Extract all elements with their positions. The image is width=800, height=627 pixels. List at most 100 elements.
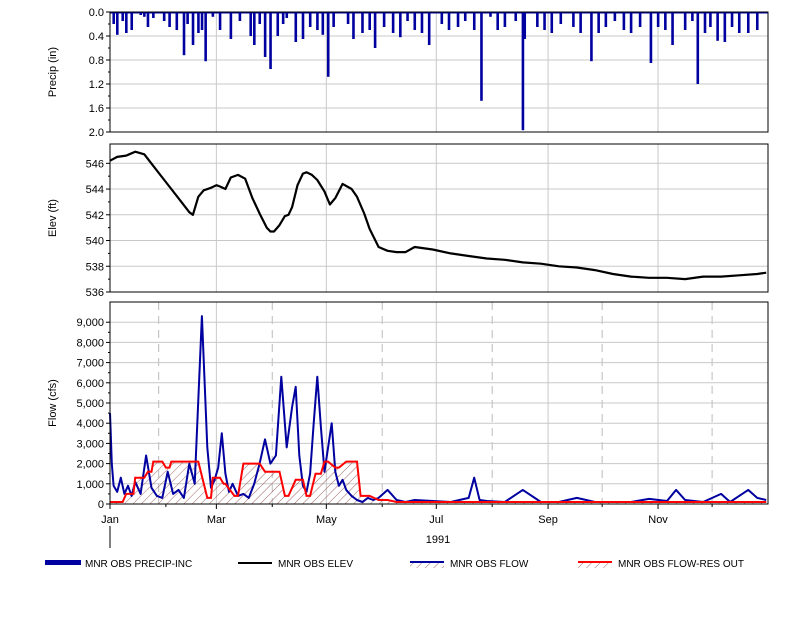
hydrograph-chart: 0.00.40.81.21.62.0Precip (in) 5365385405… <box>45 7 769 570</box>
precip-bar <box>191 12 195 45</box>
x-tick-label: May <box>316 514 337 526</box>
precip-bar <box>162 12 166 21</box>
precip-bar <box>514 12 518 21</box>
legend-label: MNR OBS FLOW <box>450 559 529 570</box>
precip-bar <box>200 12 204 30</box>
precip-bar <box>269 12 272 69</box>
plot-frame <box>109 11 769 133</box>
precip-bar <box>427 12 431 45</box>
precip-bar <box>472 12 476 30</box>
precip-bar <box>604 12 608 27</box>
x-tick-label: Sep <box>538 514 558 526</box>
x-tick-label: Mar <box>207 514 226 526</box>
precip-bar <box>229 12 233 39</box>
y-tick-label: 2,000 <box>76 459 104 471</box>
precip-bar <box>182 12 186 56</box>
precip-bar <box>503 12 507 27</box>
precip-bar <box>723 12 727 42</box>
flow-line <box>109 315 767 503</box>
y-tick-label: 538 <box>86 261 104 273</box>
precip-bar <box>130 12 134 30</box>
precip-bar <box>456 12 460 27</box>
precip-bar <box>496 12 499 30</box>
precip-bar <box>211 12 215 17</box>
precip-bar <box>590 12 593 62</box>
legend-label: MNR OBS PRECIP-INC <box>85 559 192 570</box>
precip-bar <box>559 12 563 24</box>
elevation-plot: 536 538 540 542 544 546 Elev (ft) <box>47 143 769 299</box>
precip-bar <box>116 12 119 35</box>
precip-bar <box>382 12 386 27</box>
y-tick-label: 0.0 <box>89 7 104 19</box>
y-tick-label: 0 <box>98 499 104 511</box>
y-tick-label: 1.2 <box>89 79 104 91</box>
plot-frame <box>109 143 769 293</box>
precip-bar <box>638 12 642 27</box>
precip-bar <box>258 12 262 24</box>
elevation-line <box>109 150 767 281</box>
y-tick-label: 0.8 <box>89 55 104 67</box>
precip-bar <box>321 12 325 35</box>
precip-bar <box>463 12 467 21</box>
precip-bar <box>143 12 146 17</box>
precip-bar <box>523 12 527 39</box>
flow-plot: 0 1,000 2,000 3,000 4,000 5,000 6,000 7,000 8,00… <box>47 301 769 511</box>
precip-bar <box>112 12 116 24</box>
y-tick-label: 4,000 <box>76 418 104 430</box>
legend-label: MNR OBS ELEV <box>278 559 353 570</box>
precip-bar <box>536 12 539 27</box>
precip-bar <box>730 12 734 27</box>
precip-bar <box>368 12 371 30</box>
precip-bar <box>326 12 330 77</box>
precip-bar <box>755 12 759 30</box>
precip-bar <box>489 12 492 17</box>
x-tick-label: Nov <box>648 514 668 526</box>
precip-bar <box>121 12 125 21</box>
precip-bar <box>543 12 546 30</box>
precip-bar <box>249 12 253 36</box>
precip-bar <box>572 12 575 27</box>
y-tick-label: 540 <box>86 236 104 248</box>
y-tick-label: 3,000 <box>76 438 104 450</box>
precip-bar <box>399 12 402 38</box>
legend: MNR OBS PRECIP-INC MNR OBS ELEV MNR OBS FL… <box>45 559 744 570</box>
y-tick-label: 2.0 <box>89 127 104 139</box>
precip-bar <box>204 12 207 62</box>
x-tick-label: Jan <box>101 514 119 526</box>
y-tick-label: 542 <box>86 210 104 222</box>
precip-bar <box>361 12 364 33</box>
precip-bar <box>175 12 179 30</box>
precip-bar <box>709 12 712 27</box>
precip-bar <box>218 12 222 30</box>
legend-swatch-precip <box>45 560 81 565</box>
y-tick-label: 8,000 <box>76 337 104 349</box>
y-tick-label: 5,000 <box>76 398 104 410</box>
y-axis-title: Elev (ft) <box>47 199 59 237</box>
precip-bar <box>746 12 750 33</box>
y-axis-title: Precip (in) <box>47 47 59 97</box>
y-tick-label: 6,000 <box>76 378 104 390</box>
precip-bar <box>683 12 687 30</box>
precip-bar <box>276 12 280 36</box>
precip-bar <box>671 12 674 45</box>
precip-bar <box>413 12 417 30</box>
precip-bar <box>716 12 719 41</box>
x-axis-year-label: 1991 <box>426 534 450 546</box>
precip-bar <box>597 12 600 33</box>
y-tick-label: 536 <box>86 287 104 299</box>
precip-bar <box>285 12 289 18</box>
precip-bar <box>579 12 582 33</box>
precip-bar <box>737 12 741 33</box>
precip-bar <box>550 12 554 33</box>
y-tick-label: 546 <box>86 158 104 170</box>
precip-bar <box>691 12 694 21</box>
precip-bar <box>656 12 660 27</box>
precip-bar <box>168 12 171 27</box>
y-tick-label: 1,000 <box>76 479 104 491</box>
precip-bar <box>696 12 700 84</box>
precip-bar <box>197 12 200 33</box>
precip-bar <box>613 12 617 21</box>
legend-label: MNR OBS FLOW-RES OUT <box>618 559 744 570</box>
precip-bar <box>281 12 285 24</box>
precip-bar <box>664 12 667 30</box>
